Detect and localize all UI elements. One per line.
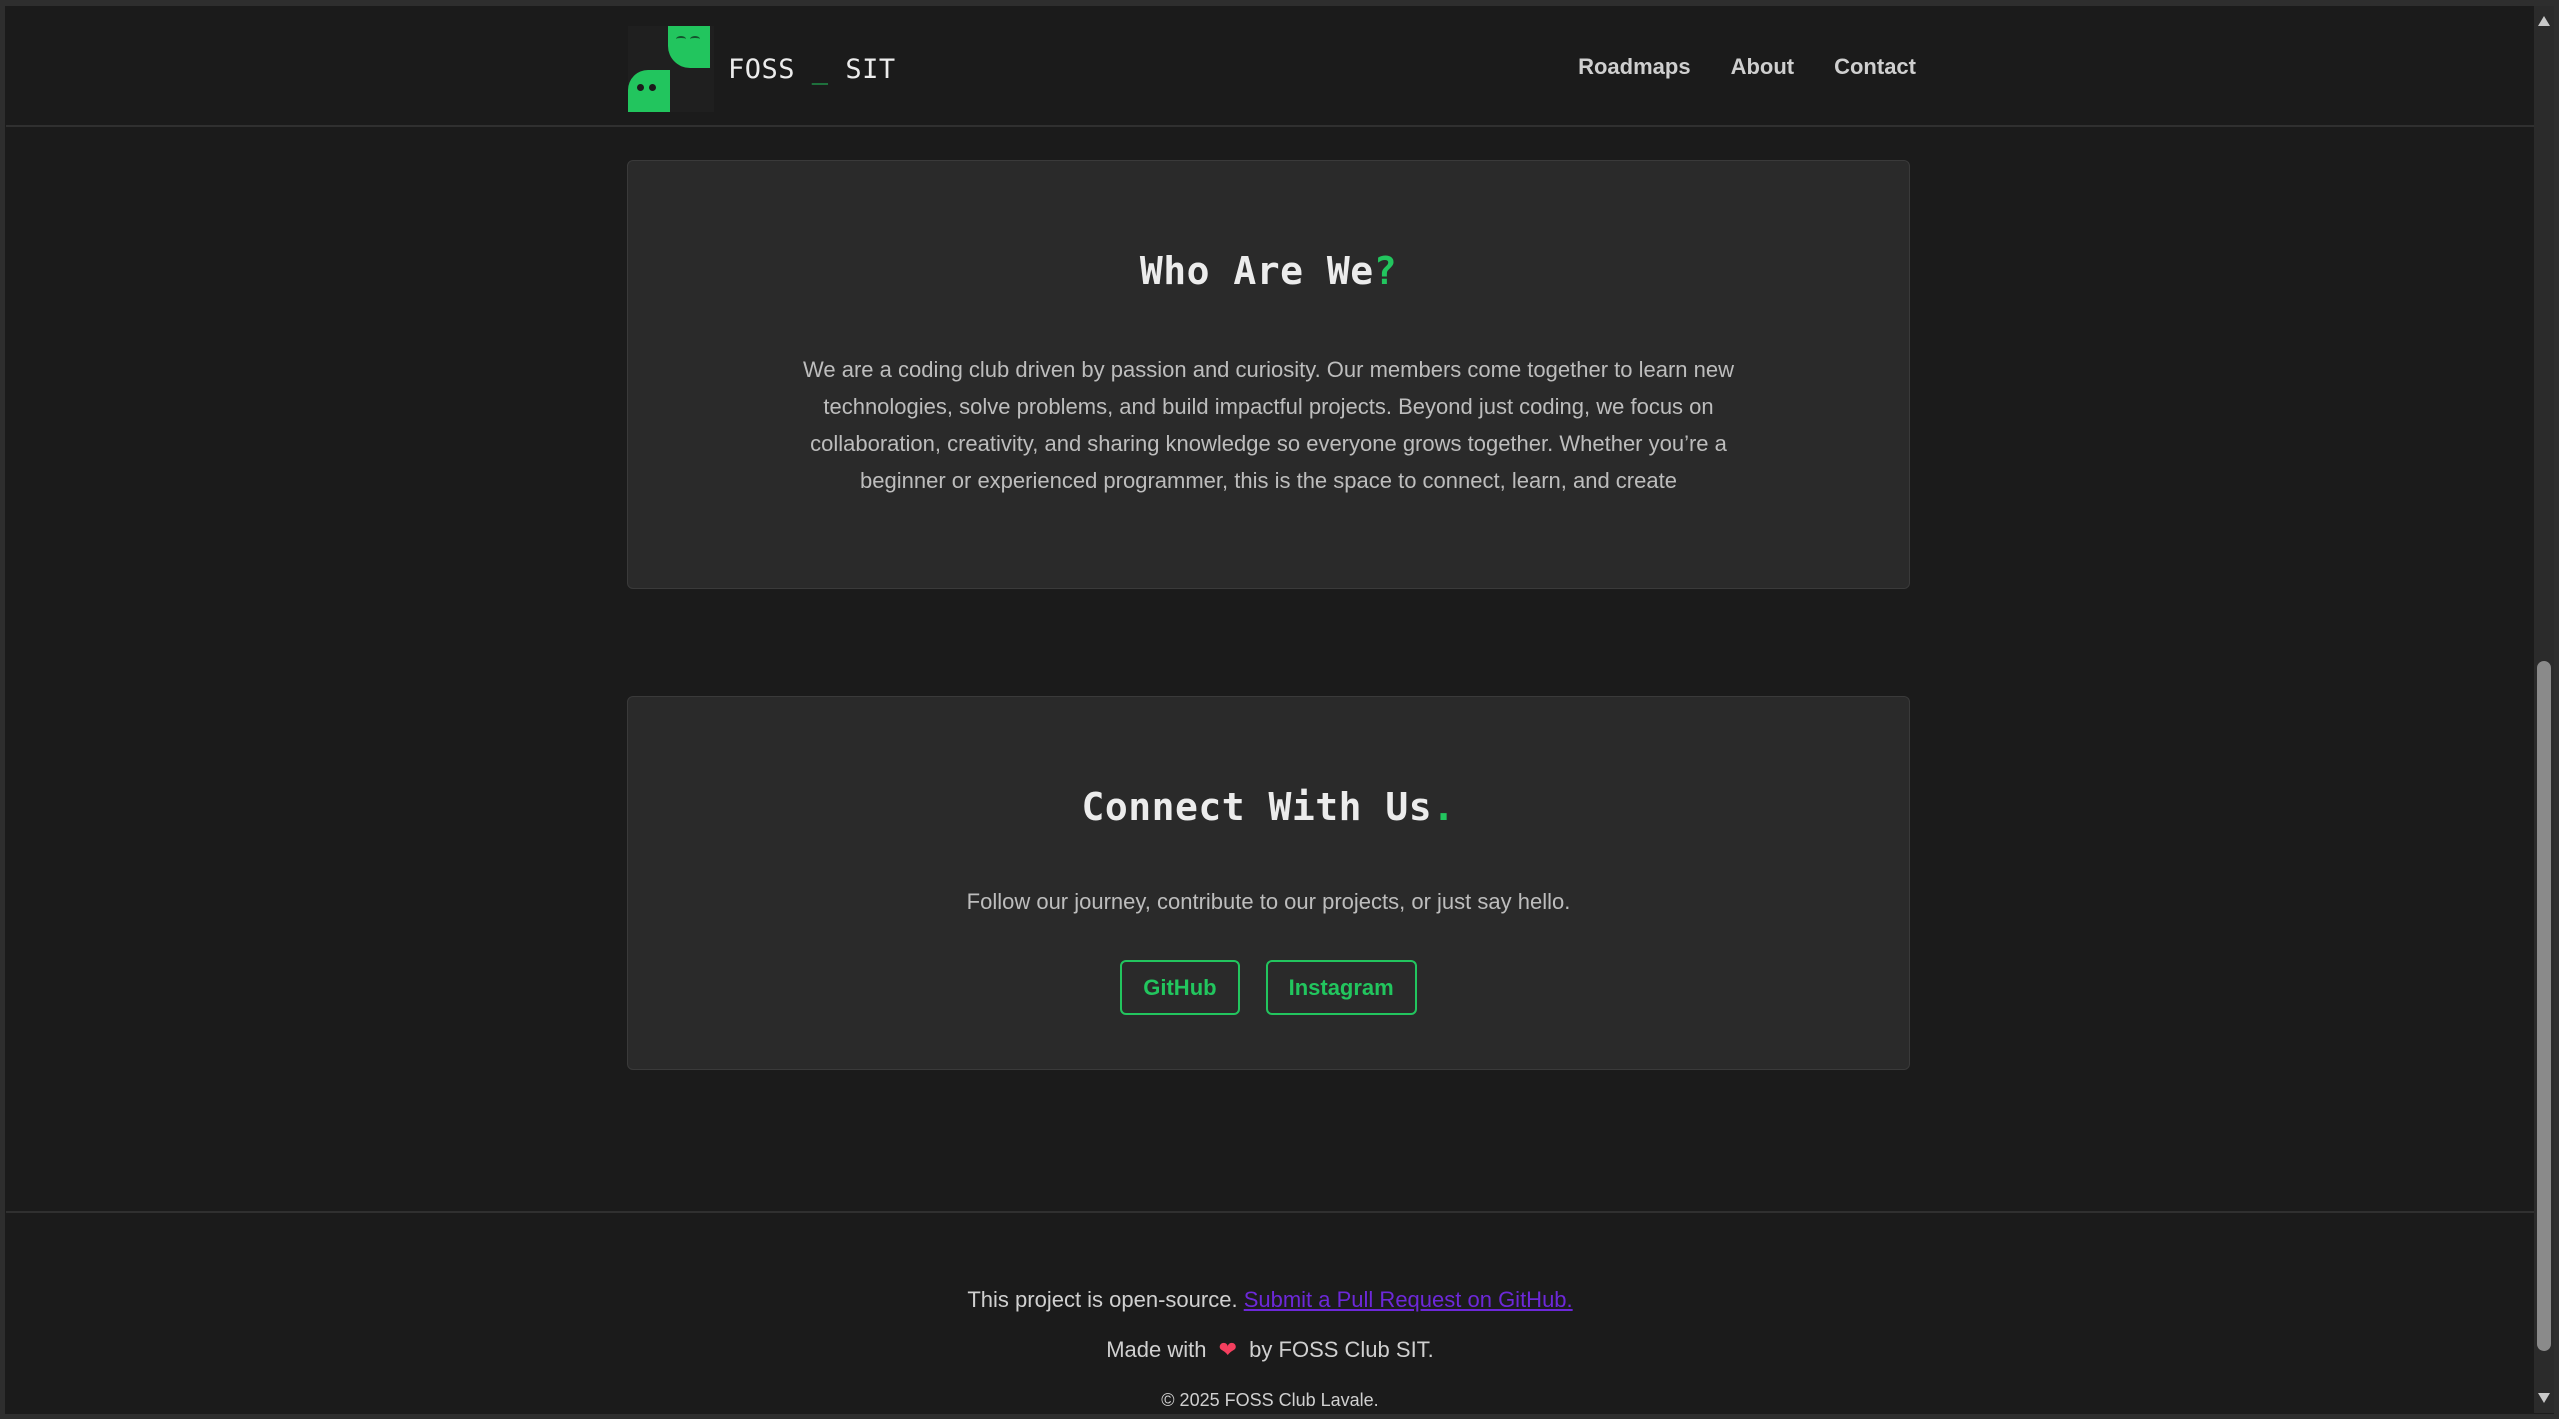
- brand-name-part2: SIT: [845, 53, 896, 85]
- nav-links: Roadmaps About Contact: [1578, 6, 1916, 127]
- nav-link-about[interactable]: About: [1731, 54, 1795, 80]
- nav-link-contact[interactable]: Contact: [1834, 54, 1916, 80]
- footer-open-source-text: This project is open-source.: [967, 1287, 1238, 1312]
- nav-link-roadmaps[interactable]: Roadmaps: [1578, 54, 1690, 80]
- footer-open-source-line: This project is open-source. Submit a Pu…: [6, 1287, 2534, 1313]
- social-buttons: GitHub Instagram: [628, 960, 1909, 1015]
- logo-eye-dot: [649, 84, 656, 91]
- footer-made-with-line: Made with ❤ by FOSS Club SIT.: [6, 1337, 2534, 1363]
- logo-eye-dot: [637, 84, 644, 91]
- about-title-text: Who Are We: [1139, 249, 1374, 293]
- connect-body: Follow our journey, contribute to our pr…: [966, 889, 1571, 914]
- github-button[interactable]: GitHub: [1120, 960, 1240, 1015]
- instagram-button[interactable]: Instagram: [1265, 960, 1417, 1015]
- connect-card: Connect With Us. Follow our journey, con…: [627, 696, 1910, 1070]
- brand-name: FOSS _ SIT: [728, 54, 896, 85]
- brand-name-separator: _: [795, 53, 846, 85]
- scrollbar-thumb[interactable]: [2537, 661, 2551, 1351]
- logo-block-top: [668, 26, 710, 68]
- brand-name-part1: FOSS: [728, 53, 796, 85]
- brand[interactable]: FOSS _ SIT: [628, 26, 896, 112]
- made-with-suffix: by FOSS Club SIT.: [1249, 1337, 1434, 1362]
- logo-block-bottom: [628, 70, 670, 112]
- scroll-down-arrow-icon[interactable]: [2538, 1393, 2550, 1403]
- connect-title-text: Connect With Us: [1081, 785, 1433, 829]
- connect-title-accent: .: [1432, 785, 1456, 829]
- vertical-scrollbar[interactable]: [2534, 6, 2554, 1413]
- footer-copyright: © 2025 FOSS Club Lavale.: [1161, 1390, 1379, 1410]
- foss-logo-icon: [628, 26, 714, 112]
- logo-eye-arc: [676, 36, 686, 42]
- logo-eye-arc: [690, 36, 700, 42]
- heart-icon: ❤: [1218, 1337, 1238, 1362]
- about-card: Who Are We? We are a coding club driven …: [627, 160, 1910, 589]
- about-title-accent: ?: [1373, 249, 1398, 293]
- connect-title: Connect With Us.: [628, 785, 1909, 829]
- made-with-prefix: Made with: [1106, 1337, 1207, 1362]
- about-body: We are a coding club driven by passion a…: [803, 357, 1734, 493]
- pull-request-link[interactable]: Submit a Pull Request on GitHub.: [1244, 1287, 1573, 1312]
- scroll-up-arrow-icon[interactable]: [2538, 16, 2550, 26]
- footer: This project is open-source. Submit a Pu…: [6, 1211, 2534, 1413]
- about-title: Who Are We?: [628, 249, 1909, 293]
- navbar: FOSS _ SIT Roadmaps About Contact: [6, 6, 2534, 127]
